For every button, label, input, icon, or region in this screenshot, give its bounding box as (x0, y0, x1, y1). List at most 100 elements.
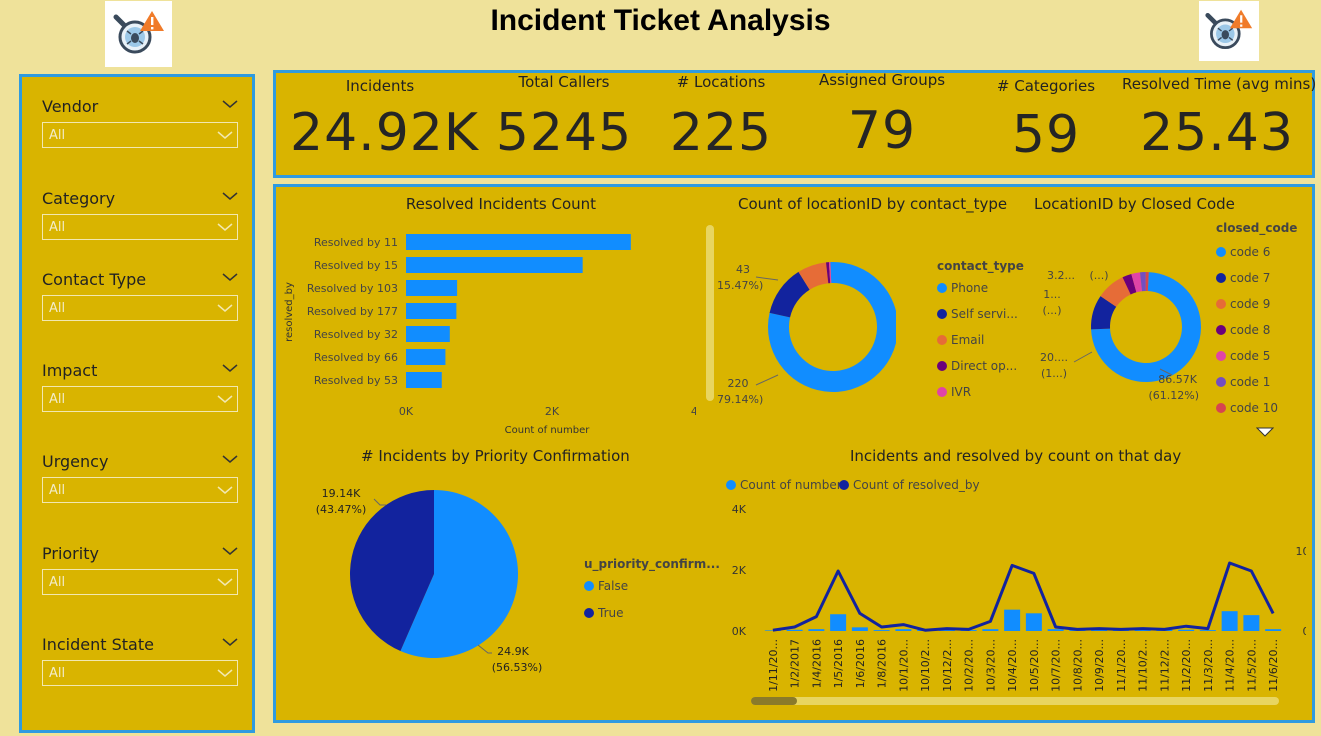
chevron-down-icon[interactable] (222, 272, 238, 282)
chevron-down-icon[interactable] (222, 454, 238, 464)
data-label: 20.... (1040, 351, 1068, 364)
legend-item[interactable]: True (584, 606, 624, 620)
chevron-down-icon[interactable] (222, 363, 238, 373)
slicer-impact: Impact All (42, 360, 238, 412)
legend-item[interactable]: Email (937, 333, 984, 347)
kpi-total-callers: Total Callers 5245 (474, 73, 654, 159)
data-label-pct: (15.47%) (716, 279, 763, 292)
legend-label: code 9 (1230, 297, 1271, 311)
legend-label: Count of resolved_by (853, 478, 980, 492)
legend-title: closed_code (1216, 221, 1298, 235)
legend-item[interactable]: code 7 (1216, 271, 1270, 285)
slicer-value: All (49, 483, 66, 498)
charts-panel: Resolved Incidents Count Resolved by 11 R… (273, 184, 1315, 723)
bar-category-label: Resolved by 15 (314, 259, 398, 272)
chart-resolved-incidents[interactable]: Resolved by 11 Resolved by 15 Resolved by … (276, 217, 696, 457)
legend-label: Self servi... (951, 307, 1018, 321)
x-tick-label: 1/8/2016 (876, 639, 889, 688)
kpi-label: Total Callers (518, 73, 610, 91)
legend-item[interactable]: code 9 (1216, 297, 1270, 311)
scroll-down-icon[interactable] (1256, 427, 1274, 437)
chart-title-daily-incidents: Incidents and resolved by count on that … (850, 447, 1182, 465)
legend-label: IVR (951, 385, 972, 399)
legend-item[interactable]: Count of number (726, 478, 842, 492)
chart-title-contact-type: Count of locationID by contact_type (738, 195, 1008, 213)
bar (808, 629, 825, 631)
kpi-label: Resolved Time (avg mins) (1122, 75, 1317, 93)
chevron-down-icon[interactable] (222, 99, 238, 109)
legend-item[interactable]: code 8 (1216, 323, 1270, 337)
bar (406, 372, 442, 388)
legend-dot (584, 581, 594, 591)
slicer-value: All (49, 666, 66, 681)
legend-item[interactable]: Self servi... (937, 307, 1018, 321)
slicer-category: Category All (42, 188, 238, 240)
series-line (772, 561, 1275, 632)
slicer-label: Vendor (42, 97, 99, 116)
legend-item[interactable]: Direct op... (937, 359, 1017, 373)
slicer-value: All (49, 575, 66, 590)
chevron-down-icon (217, 223, 233, 231)
slicer-dropdown[interactable]: All (42, 386, 238, 412)
legend-dot (1216, 351, 1226, 361)
slicer-dropdown[interactable]: All (42, 569, 238, 595)
data-label: 220 (728, 377, 749, 390)
scrollbar-thumb[interactable] (751, 697, 797, 705)
x-tick-label: 10/12/2... (941, 639, 954, 692)
chart-closed-code-donut[interactable]: 3.2... (...) 1... (...) 20.... (1...) 86.57K (6… (1022, 227, 1212, 427)
legend-label: Count of number (740, 478, 842, 492)
bar (895, 629, 912, 631)
slicer-label: Category (42, 189, 116, 208)
data-label-pct: (79.14%) (716, 393, 763, 406)
legend-item[interactable]: IVR (937, 385, 971, 399)
legend-label: False (598, 579, 629, 593)
slicer-dropdown[interactable]: All (42, 477, 238, 503)
slicer-value: All (49, 220, 66, 235)
x-tick-label: 10/8/20... (1071, 639, 1084, 692)
chevron-down-icon[interactable] (222, 191, 238, 201)
kpi-categories: # Categories 59 (956, 77, 1136, 161)
x-tick-label: 11/2/20... (1180, 639, 1193, 692)
legend-label: Direct op... (951, 359, 1018, 373)
bar-category-label: Resolved by 103 (307, 282, 398, 295)
slicer-priority: Priority All (42, 543, 238, 595)
slicer-dropdown[interactable]: All (42, 122, 238, 148)
x-tick-label: 1/2/2017 (789, 639, 802, 688)
legend-item[interactable]: False (584, 579, 628, 593)
x-tick-label: 11/10/2... (1137, 639, 1150, 692)
chevron-down-icon[interactable] (222, 546, 238, 556)
legend-item[interactable]: Phone (937, 281, 988, 295)
chart-daily-incidents-combo[interactable]: 0K 2K 4K 0 100 1/11/20... 1/2/2017 1/4/2016 1/5/… (716, 497, 1306, 707)
x-tick-label: 11/1/20... (1115, 639, 1128, 692)
kpi-value: 25.43 (1140, 103, 1294, 163)
x-tick-label: 11/5/20... (1245, 639, 1258, 692)
bar (406, 280, 458, 296)
legend-item[interactable]: code 1 (1216, 375, 1270, 389)
y-axis-label: resolved_by (284, 282, 295, 342)
x-tick-label: 1/6/2016 (854, 639, 867, 688)
legend-item[interactable]: code 5 (1216, 349, 1270, 363)
chevron-down-icon (217, 304, 233, 312)
slicer-dropdown[interactable]: All (42, 660, 238, 686)
legend-item[interactable]: code 6 (1216, 245, 1270, 259)
x-axis-label: Count of number (505, 425, 591, 436)
chart-contact-type-donut[interactable]: 43 (15.47%) 220 (79.14%) (716, 227, 896, 427)
bar (786, 629, 803, 631)
horizontal-scrollbar[interactable] (751, 697, 1279, 705)
x-tick-label: 11/3/20... (1202, 639, 1215, 692)
y-tick-label: 4K (732, 503, 747, 516)
slicer-dropdown[interactable]: All (42, 295, 238, 321)
slicer-dropdown[interactable]: All (42, 214, 238, 240)
bar-category-label: Resolved by 32 (314, 328, 398, 341)
slicer-vendor: Vendor All (42, 96, 238, 148)
chart-scrollbar[interactable] (706, 225, 714, 401)
legend-item[interactable]: code 10 (1216, 401, 1278, 415)
legend-dot (937, 309, 947, 319)
data-label-pct: (1...) (1041, 367, 1067, 380)
bar (830, 614, 847, 631)
chevron-down-icon[interactable] (222, 637, 238, 647)
y-right-tick-label: 0 (1303, 625, 1307, 638)
legend-dot (1216, 325, 1226, 335)
chart-priority-confirmation-pie[interactable]: 19.14K (43.47%) 24.9K (56.53%) (296, 477, 596, 707)
legend-item[interactable]: Count of resolved_by (839, 478, 980, 492)
